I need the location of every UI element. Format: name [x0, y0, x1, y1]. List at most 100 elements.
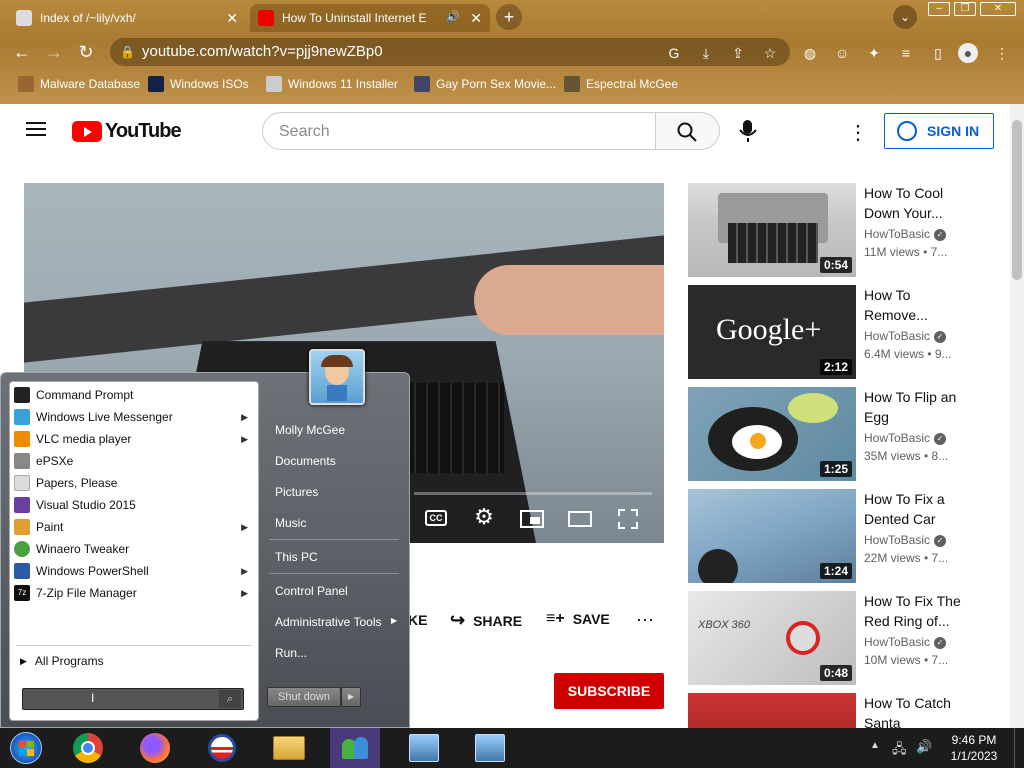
show-desktop-button[interactable] — [1014, 728, 1024, 768]
program-epsxe[interactable]: ePSXe — [14, 450, 254, 472]
program-paint[interactable]: Paint ▶ — [14, 516, 254, 538]
sign-in-button[interactable]: SIGN IN — [884, 113, 994, 149]
speaker-icon[interactable]: 🔊 — [446, 10, 460, 23]
recommended-video[interactable]: 1:25 How To Flip an Egg HowToBasic ✓ 35M … — [688, 387, 988, 481]
close-tab-icon[interactable]: ✕ — [226, 10, 238, 27]
video-stats: 6.4M views • 9... — [864, 347, 952, 361]
menu-item-documents[interactable]: Documents — [275, 454, 336, 468]
start-search-box[interactable]: I ⌕ — [22, 688, 244, 710]
voice-search-button[interactable] — [734, 114, 762, 146]
user-avatar[interactable] — [309, 349, 365, 405]
theater-mode-icon[interactable] — [568, 511, 592, 527]
tab-youtube[interactable]: How To Uninstall Internet E 🔊 ✕ — [250, 4, 490, 32]
taskbar-network-app[interactable] — [406, 732, 442, 764]
profile-icon[interactable]: ● — [958, 43, 978, 63]
google-icon[interactable]: G — [664, 43, 684, 63]
menu-item-administrative-tools[interactable]: Administrative Tools — [275, 615, 382, 629]
program-powershell[interactable]: Windows PowerShell ▶ — [14, 560, 254, 582]
bookmark-malware-database[interactable]: Malware Database — [18, 74, 140, 94]
program-winaero-tweaker[interactable]: Winaero Tweaker — [14, 538, 254, 560]
taskbar-messenger[interactable] — [330, 728, 380, 768]
close-tab-icon[interactable]: ✕ — [470, 10, 482, 27]
settings-dots-icon[interactable]: ⋮ — [848, 120, 868, 144]
verified-icon: ✓ — [934, 636, 947, 649]
search-icon[interactable]: ⌕ — [219, 690, 241, 708]
menu-item-pictures[interactable]: Pictures — [275, 485, 318, 499]
close-window-button[interactable]: ✕ — [980, 2, 1016, 16]
verified-icon: ✓ — [934, 432, 947, 445]
program-visual-studio[interactable]: Visual Studio 2015 — [14, 494, 254, 516]
program-papers-please[interactable]: Papers, Please — [14, 472, 254, 494]
extension-avatar-icon[interactable]: ☺ — [832, 43, 852, 63]
program-vlc[interactable]: VLC media player ▶ — [14, 428, 254, 450]
program-7zip[interactable]: 7z 7-Zip File Manager ▶ — [14, 582, 254, 604]
bookmark-movie[interactable]: Gay Porn Sex Movie... — [414, 74, 556, 94]
recommended-video[interactable]: How To Catch Santa — [688, 693, 988, 728]
search-box[interactable]: Search — [262, 112, 656, 150]
bookmark-star-icon[interactable]: ☆ — [760, 43, 780, 63]
menu-item-run[interactable]: Run... — [275, 646, 307, 660]
extension-flag-icon[interactable]: ◍ — [800, 43, 820, 63]
shutdown-label: Shut down — [278, 691, 330, 703]
settings-gear-icon[interactable]: ⚙ — [472, 505, 496, 529]
subscribe-button[interactable]: SUBSCRIBE — [554, 673, 664, 709]
taskbar-file-explorer[interactable] — [271, 732, 307, 764]
all-programs[interactable]: ▶ All Programs — [14, 650, 254, 672]
fullscreen-icon[interactable] — [618, 509, 638, 529]
captions-icon[interactable]: CC — [425, 510, 447, 526]
maximize-button[interactable]: ❐ — [954, 2, 976, 16]
taskbar-firefox[interactable] — [137, 732, 173, 764]
network-tray-icon[interactable]: 🖧 — [892, 740, 907, 762]
save-button[interactable]: ≡+ SAVE — [546, 610, 610, 628]
side-panel-icon[interactable]: ▯ — [928, 43, 948, 63]
program-windows-live-messenger[interactable]: Windows Live Messenger ▶ — [14, 406, 254, 428]
miniplayer-icon[interactable] — [520, 510, 544, 528]
youtube-logo[interactable]: YouTube — [72, 120, 182, 142]
like-button[interactable]: KE — [408, 612, 427, 628]
taskbar-obama-app[interactable] — [204, 732, 240, 764]
recommended-video[interactable]: Google+ 2:12 How To Remove... HowToBasic… — [688, 285, 988, 379]
clock[interactable]: 9:46 PM 1/1/2023 — [944, 732, 1004, 764]
minimize-button[interactable]: – — [928, 2, 950, 16]
back-button[interactable]: ← — [10, 40, 34, 64]
bookmark-windows-isos[interactable]: Windows ISOs — [148, 74, 249, 94]
start-button[interactable] — [8, 732, 44, 764]
menu-item-control-panel[interactable]: Control Panel — [275, 584, 348, 598]
forward-button[interactable]: → — [42, 40, 66, 64]
reload-button[interactable]: ↻ — [74, 40, 98, 64]
recommended-video[interactable]: 1:24 How To Fix a Dented Car HowToBasic ✓… — [688, 489, 988, 583]
new-tab-button[interactable]: + — [496, 4, 522, 30]
taskbar-network-app-2[interactable] — [472, 732, 508, 764]
tray-expand-icon[interactable]: ▲ — [870, 740, 880, 751]
separator — [16, 645, 252, 646]
media-queue-icon[interactable]: ≡ — [896, 43, 916, 63]
menu-item-user[interactable]: Molly McGee — [275, 423, 345, 437]
menu-dots-icon[interactable]: ⋮ — [992, 43, 1012, 63]
progress-bar[interactable] — [414, 492, 652, 495]
more-actions-icon[interactable]: ⋯ — [636, 610, 654, 631]
recommended-video[interactable]: 0:54 How To Cool Down Your... HowToBasic… — [688, 183, 988, 277]
menu-item-music[interactable]: Music — [275, 516, 306, 530]
extensions-puzzle-icon[interactable]: ✦ — [864, 43, 884, 63]
volume-tray-icon[interactable]: 🔊 — [916, 739, 932, 755]
taskbar-chrome[interactable] — [70, 732, 106, 764]
bookmark-windows-11-installer[interactable]: Windows 11 Installer — [266, 74, 398, 94]
bookmark-espectral-mcgee[interactable]: Espectral McGee — [564, 74, 678, 94]
tab-search-button[interactable]: ⌄ — [893, 5, 917, 29]
shutdown-button[interactable]: Shut down — [267, 687, 341, 707]
search-button[interactable] — [656, 112, 720, 150]
shutdown-options-button[interactable]: ▶ — [341, 687, 361, 707]
recommended-video[interactable]: XBOX 360 0:48 How To Fix The Red Ring of… — [688, 591, 988, 685]
browser-chrome: Index of /~lily/vxh/ ✕ How To Uninstall … — [0, 0, 1024, 104]
menu-item-this-pc[interactable]: This PC — [275, 550, 318, 564]
hamburger-menu-icon[interactable] — [26, 122, 46, 136]
scrollbar-thumb[interactable] — [1012, 120, 1022, 280]
address-bar[interactable]: 🔒 youtube.com/watch?v=pjj9newZBp0 — [110, 38, 790, 66]
video-thumbnail: 1:24 — [688, 489, 856, 583]
share-button[interactable]: ↪ SHARE — [450, 610, 522, 631]
install-icon[interactable]: ⤓ — [696, 43, 716, 63]
program-command-prompt[interactable]: Command Prompt — [14, 384, 254, 406]
network-computer-icon — [409, 734, 439, 762]
tab-index-lily[interactable]: Index of /~lily/vxh/ ✕ — [8, 4, 246, 32]
share-icon[interactable]: ⇪ — [728, 43, 748, 63]
